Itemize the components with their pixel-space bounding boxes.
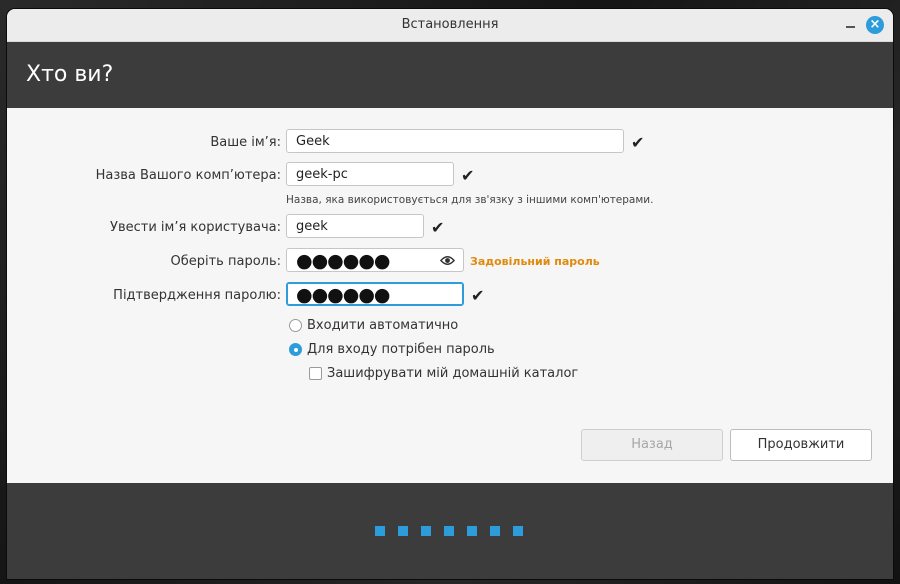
confirm-password-mask: ●●●●●● (296, 284, 390, 306)
page-title: Хто ви? (26, 62, 114, 87)
eye-icon[interactable] (440, 254, 455, 267)
encrypt-home-checkbox[interactable] (309, 367, 322, 380)
password-strength: Задовільний пароль (470, 255, 600, 268)
confirm-password-field[interactable]: ●●●●●● (286, 282, 464, 306)
computer-name-label: Назва Вашого комп’ютера: (95, 168, 281, 183)
installer-window: Встановлення × Хто ви? Ваше ім’я: Geek ✔… (7, 9, 893, 579)
progress-step (467, 526, 477, 536)
check-icon: ✔ (471, 286, 485, 305)
login-auto-radio[interactable] (289, 319, 302, 332)
password-mask: ●●●●●● (296, 250, 390, 272)
progress-indicator (375, 526, 523, 536)
login-password-radio[interactable] (289, 343, 302, 356)
progress-step (490, 526, 500, 536)
confirm-password-label: Підтвердження паролю: (113, 288, 281, 303)
password-label: Оберіть пароль: (170, 254, 282, 269)
name-label: Ваше ім’я: (210, 135, 281, 150)
encrypt-home-label[interactable]: Зашифрувати мій домашній каталог (327, 366, 578, 381)
check-icon: ✔ (461, 166, 475, 185)
login-password-label[interactable]: Для входу потрібен пароль (307, 342, 495, 357)
progress-step (421, 526, 431, 536)
continue-button[interactable]: Продовжити (730, 429, 872, 461)
check-icon: ✔ (631, 133, 645, 152)
window-title: Встановлення (401, 17, 499, 32)
login-auto-label[interactable]: Входити автоматично (307, 318, 458, 333)
page-header: Хто ви? (7, 42, 893, 108)
back-button[interactable]: Назад (581, 429, 723, 461)
username-field[interactable]: geek (286, 214, 424, 238)
password-field[interactable]: ●●●●●● (286, 248, 464, 272)
progress-step (513, 526, 523, 536)
form-area: Ваше ім’я: Geek ✔ Назва Вашого комп’ютер… (7, 108, 893, 483)
footer (7, 483, 893, 579)
minimize-button[interactable] (841, 16, 859, 34)
progress-step (444, 526, 454, 536)
check-icon: ✔ (431, 218, 445, 237)
close-button[interactable]: × (866, 16, 884, 34)
username-label: Увести ім’я користувача: (110, 220, 281, 235)
minimize-icon (845, 26, 855, 28)
computer-name-hint: Назва, яка використовується для зв'язку … (286, 194, 654, 206)
titlebar: Встановлення × (7, 9, 893, 42)
computer-name-field[interactable]: geek-pc (286, 162, 454, 186)
progress-step (398, 526, 408, 536)
close-icon: × (869, 17, 881, 32)
name-field[interactable]: Geek (286, 129, 624, 153)
progress-step (375, 526, 385, 536)
